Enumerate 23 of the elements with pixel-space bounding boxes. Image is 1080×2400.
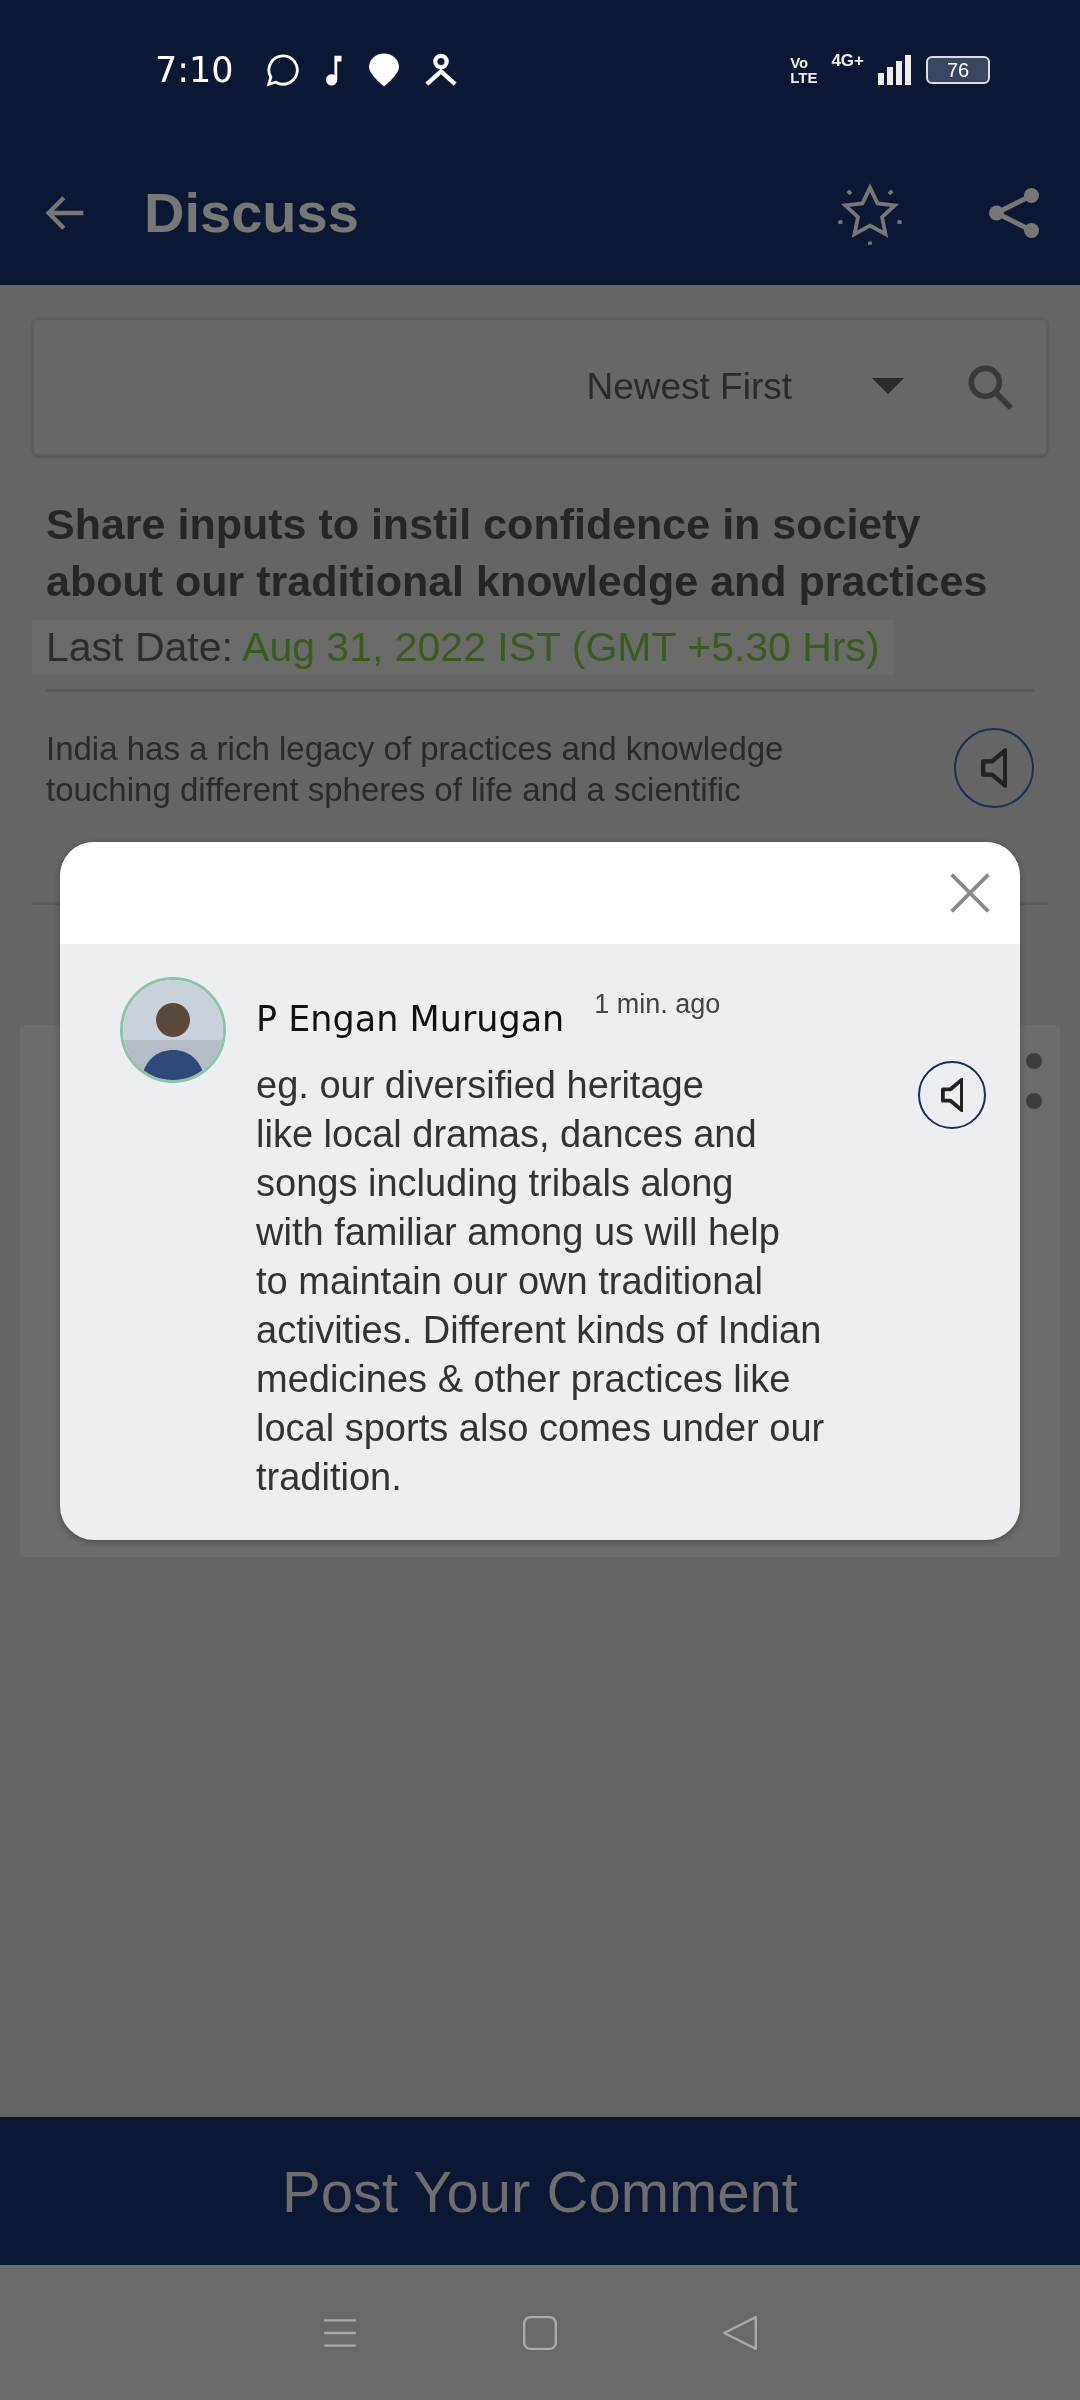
chat-app-icon (265, 53, 300, 87)
comment-text: eg. our diversified heritage like local dramas, dances and songs including tribals along with familiar among us will help to maintain our own traditional activities. Different kinds of Indian medicines & other practices like local sports also comes under our tradition. (256, 1063, 825, 1500)
author-name: P Engan Murugan (256, 999, 565, 1039)
last-date: Last Date: Aug 31, 2022 IST (GMT +5.30 Hrs) (32, 620, 894, 675)
home-icon[interactable] (521, 2313, 559, 2352)
post-comment-button[interactable]: Post Your Comment (0, 2117, 1080, 2265)
signal-icon (878, 55, 912, 85)
speaker-button[interactable] (918, 1061, 986, 1129)
topic-description: India has a rich legacy of practices and knowledge touching different spheres of life and a scientific (46, 729, 785, 810)
sort-dropdown[interactable]: Newest First (580, 365, 910, 409)
volte-indicator: Vo LTE (790, 55, 818, 85)
topic-title: Share inputs to instil confidence in society about our traditional knowledge and practices (46, 499, 989, 607)
status-time: 7:10 (155, 50, 234, 90)
screen-title: Discuss (144, 180, 360, 245)
comment-time: 1 min. ago (594, 989, 721, 1020)
speaker-icon (980, 746, 1008, 790)
caret-icon (872, 378, 904, 396)
close-button[interactable] (948, 871, 992, 915)
back-icon[interactable] (721, 2313, 759, 2352)
person-icon (423, 52, 458, 88)
network-type: 4G+ (831, 51, 864, 71)
battery-level: 76 (926, 56, 990, 84)
speaker-icon (940, 1076, 964, 1114)
